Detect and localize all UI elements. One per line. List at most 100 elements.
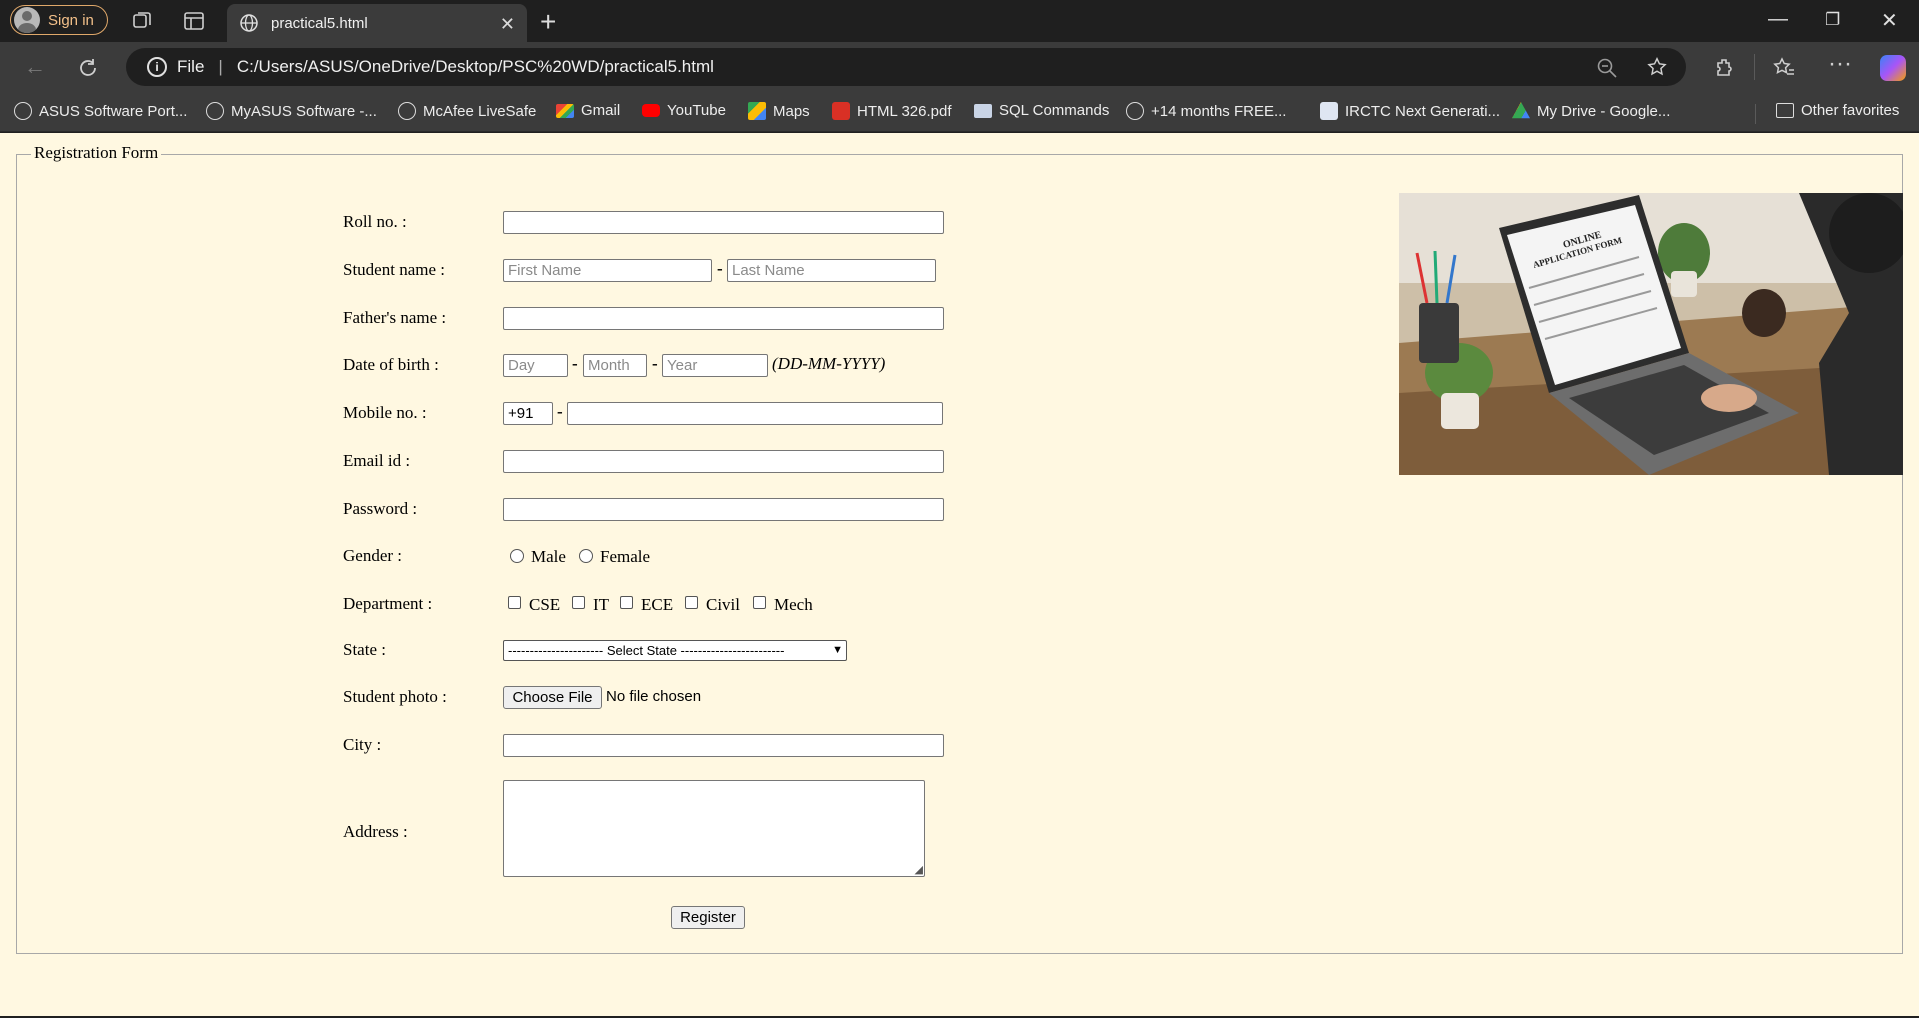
dept-it-label: IT xyxy=(593,595,610,614)
roll-input[interactable] xyxy=(503,211,944,234)
restore-icon[interactable]: ❐ xyxy=(1825,10,1840,30)
first-name-input[interactable]: First Name xyxy=(503,259,712,282)
info-icon[interactable]: i xyxy=(147,57,167,77)
bookmark-label: HTML 326.pdf xyxy=(857,102,952,120)
bookmark-mcafee[interactable]: McAfee LiveSafe xyxy=(398,102,536,120)
dob-format-hint: (DD-MM-YYYY) xyxy=(772,354,886,373)
bookmark-youtube[interactable]: YouTube xyxy=(642,102,726,119)
dept-ece-checkbox[interactable] xyxy=(620,596,633,609)
last-name-input[interactable]: Last Name xyxy=(727,259,936,282)
gmail-icon xyxy=(556,103,574,118)
state-select[interactable]: ---------------------- Select State ----… xyxy=(503,640,847,661)
dept-mech-checkbox[interactable] xyxy=(753,596,766,609)
dept-ece-label: ECE xyxy=(641,595,674,614)
bookmark-label: Other favorites xyxy=(1801,102,1900,119)
sign-in-label: Sign in xyxy=(48,11,94,29)
address-bar[interactable]: i File | C:/Users/ASUS/OneDrive/Desktop/… xyxy=(126,48,1686,86)
bookmark-html-pdf[interactable]: HTML 326.pdf xyxy=(832,102,952,120)
bookmark-other-favorites[interactable]: Other favorites xyxy=(1776,102,1899,119)
bookmark-label: SQL Commands xyxy=(999,102,1110,119)
copilot-icon[interactable] xyxy=(1880,55,1906,81)
bookmark-free-months[interactable]: +14 months FREE... xyxy=(1126,102,1286,120)
bookmark-maps[interactable]: Maps xyxy=(748,102,810,120)
password-input[interactable] xyxy=(503,498,944,521)
bookmark-irctc[interactable]: IRCTC Next Generati... xyxy=(1320,102,1500,120)
mobile-input[interactable] xyxy=(567,402,943,425)
father-name-input[interactable] xyxy=(503,307,944,330)
gender-male-radio[interactable] xyxy=(510,549,524,563)
dob-dash-2: - xyxy=(652,354,658,373)
bookmark-myasus[interactable]: MyASUS Software -... xyxy=(206,102,377,120)
email-label: Email id : xyxy=(343,451,411,470)
dept-civil-label: Civil xyxy=(706,595,741,614)
dept-it-checkbox[interactable] xyxy=(572,596,585,609)
dob-label: Date of birth : xyxy=(343,355,439,374)
favorite-star-icon[interactable] xyxy=(1646,56,1668,78)
bookmark-label: MyASUS Software -... xyxy=(231,102,377,120)
refresh-icon[interactable] xyxy=(76,56,100,80)
gender-female-radio[interactable] xyxy=(579,549,593,563)
dept-cse-checkbox[interactable] xyxy=(508,596,521,609)
tab-active[interactable]: practical5.html ✕ xyxy=(227,4,527,42)
maps-icon xyxy=(748,102,766,120)
back-arrow-icon[interactable]: ← xyxy=(24,54,46,80)
laptop-illustration: ONLINE APPLICATION FORM xyxy=(1399,193,1903,475)
last-name-placeholder: Last Name xyxy=(732,262,805,279)
sign-in-button[interactable]: Sign in xyxy=(10,5,108,35)
new-tab-icon[interactable]: + xyxy=(540,6,556,38)
extensions-icon[interactable] xyxy=(1713,56,1737,80)
more-options-icon[interactable]: ··· xyxy=(1828,50,1852,78)
register-button[interactable]: Register xyxy=(671,906,745,929)
dept-mech-label: Mech xyxy=(774,595,813,614)
department-label: Department : xyxy=(343,594,433,613)
registration-fieldset: Registration Form Roll no. : Student nam… xyxy=(16,143,1903,954)
navigation-bar: ← i File | C:/Users/ASUS/OneDrive/Deskto… xyxy=(0,42,1919,94)
bookmark-my-drive[interactable]: My Drive - Google... xyxy=(1512,102,1670,120)
dob-dash-1: - xyxy=(572,354,578,373)
address-url[interactable]: C:/Users/ASUS/OneDrive/Desktop/PSC%20WD/… xyxy=(237,57,714,77)
bookmark-gmail[interactable]: Gmail xyxy=(556,102,620,119)
close-tab-icon[interactable]: ✕ xyxy=(500,14,515,35)
dob-year-input[interactable]: Year xyxy=(662,354,768,377)
close-window-icon[interactable]: ✕ xyxy=(1881,8,1898,33)
drive-icon xyxy=(1512,102,1530,119)
first-name-placeholder: First Name xyxy=(508,262,582,279)
folder-icon xyxy=(1776,103,1794,118)
bookmark-label: McAfee LiveSafe xyxy=(423,102,537,120)
workspaces-icon[interactable] xyxy=(130,9,154,33)
favorites-icon[interactable] xyxy=(1772,56,1796,80)
day-placeholder: Day xyxy=(508,357,535,374)
bookmark-sql-commands[interactable]: SQL Commands xyxy=(974,102,1109,119)
address-textarea[interactable]: ◢ xyxy=(503,780,925,877)
zoom-out-icon[interactable] xyxy=(1596,57,1618,79)
bookmark-asus-software[interactable]: ASUS Software Port... xyxy=(14,102,187,120)
gender-female-label: Female xyxy=(600,547,651,566)
gender-label: Gender : xyxy=(343,546,403,565)
bookmark-label: YouTube xyxy=(667,102,726,119)
tab-title: practical5.html xyxy=(271,14,368,32)
father-name-label: Father's name : xyxy=(343,308,447,327)
dept-civil-checkbox[interactable] xyxy=(685,596,698,609)
resize-handle-icon[interactable]: ◢ xyxy=(915,865,923,876)
tab-actions-icon[interactable] xyxy=(182,9,206,33)
student-name-label: Student name : xyxy=(343,260,445,279)
minimize-icon[interactable]: — xyxy=(1768,8,1788,31)
pdf-icon xyxy=(832,102,850,120)
gender-male-label: Male xyxy=(531,547,566,566)
photo-label: Student photo : xyxy=(343,687,447,706)
country-code-input[interactable]: +91 xyxy=(503,402,553,425)
chevron-down-icon: ▼ xyxy=(832,644,843,656)
choose-file-button[interactable]: Choose File xyxy=(503,686,602,709)
globe-icon xyxy=(240,14,258,32)
avatar-icon xyxy=(14,7,40,33)
dob-day-input[interactable]: Day xyxy=(503,354,568,377)
dob-month-input[interactable]: Month xyxy=(583,354,647,377)
globe-icon xyxy=(398,102,416,120)
city-label: City : xyxy=(343,735,382,754)
email-input[interactable] xyxy=(503,450,944,473)
laptop-application-photo: ONLINE APPLICATION FORM xyxy=(1399,193,1903,475)
city-input[interactable] xyxy=(503,734,944,757)
youtube-icon xyxy=(642,104,660,117)
file-chip: File xyxy=(177,57,205,76)
bookmarks-divider xyxy=(1755,104,1756,124)
